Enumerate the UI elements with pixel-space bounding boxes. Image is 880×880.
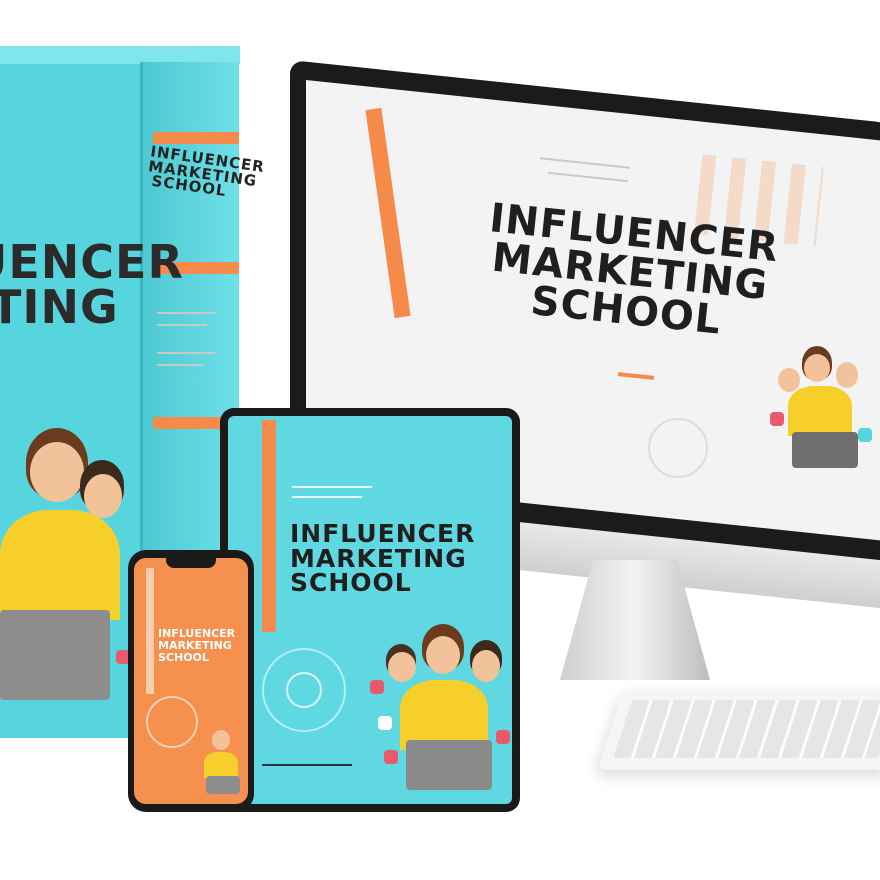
tablet-title-line1: INFLUENCER	[290, 519, 476, 548]
tablet-title: INFLUENCER MARKETING SCHOOL	[290, 519, 510, 597]
user-circle-icon	[648, 418, 708, 478]
tablet-title-line3: SCHOOL	[290, 568, 412, 597]
phone-title: INFLUENCER MARKETING SCHOOL	[158, 627, 248, 665]
spine-fineprint	[157, 364, 203, 366]
box-front-title-line2: TING	[0, 280, 119, 335]
keyboard	[597, 690, 880, 770]
tablet-fineprint	[262, 764, 352, 766]
phone-people-illustration	[196, 728, 246, 798]
phone-white-stripe	[146, 568, 154, 694]
spine-fineprint	[157, 352, 215, 354]
phone-title-line3: SCHOOL	[158, 651, 209, 665]
monitor-people-illustration	[770, 340, 880, 480]
spine-orange-bar-top	[153, 132, 239, 144]
tablet-people-illustration	[370, 620, 510, 800]
tablet-fineprint	[292, 496, 362, 498]
tablet-orange-bar	[262, 420, 276, 632]
box-front-title-line1: UENCER	[0, 235, 184, 289]
tablet-fineprint	[292, 486, 372, 488]
box-front-title: UENCER TING	[0, 235, 184, 335]
user-circle-icon	[262, 648, 346, 732]
user-circle-icon	[146, 696, 198, 748]
phone-notch	[166, 558, 216, 568]
